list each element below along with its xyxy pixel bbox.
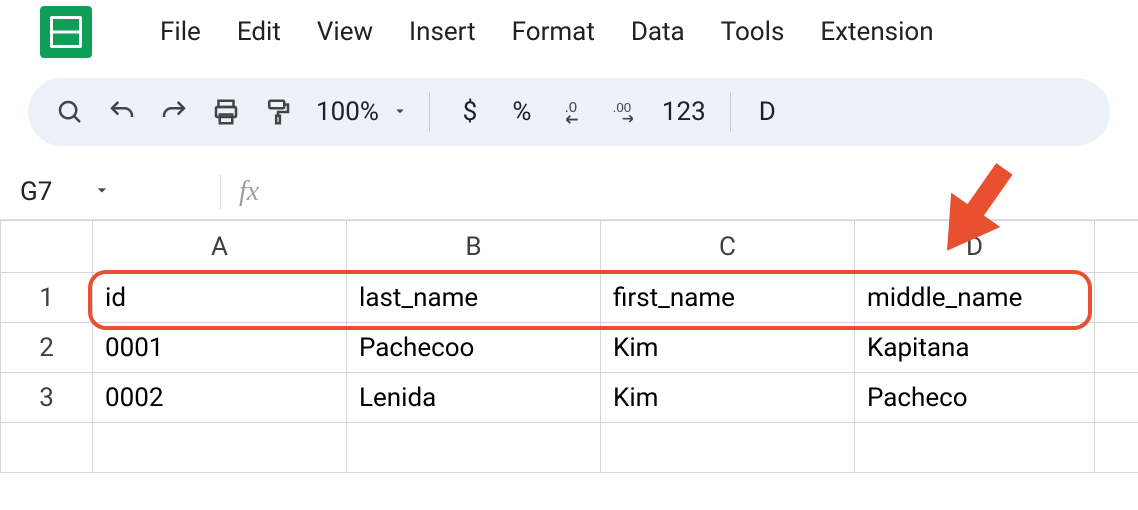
row-header-3[interactable]: 3 <box>1 373 93 423</box>
chevron-down-icon <box>391 97 409 127</box>
cell-D4[interactable] <box>855 423 1095 473</box>
cell-B3[interactable]: Lenida <box>347 373 601 423</box>
undo-icon[interactable] <box>96 86 148 138</box>
search-icon[interactable] <box>44 86 96 138</box>
name-box-row: G7 fx <box>0 164 1138 220</box>
toolbar-separator <box>730 92 731 132</box>
cell-C1[interactable]: first_name <box>601 273 855 323</box>
col-header-D[interactable]: D <box>855 221 1095 273</box>
sheets-logo-icon <box>40 6 92 58</box>
cell-E3[interactable] <box>1095 373 1138 423</box>
menu-view[interactable]: View <box>299 11 391 53</box>
menu-extensions[interactable]: Extension <box>802 11 951 53</box>
paint-format-icon[interactable] <box>252 86 304 138</box>
cell-D1[interactable]: middle_name <box>855 273 1095 323</box>
more-formats-button[interactable]: 123 <box>652 86 716 138</box>
cell-C4[interactable] <box>601 423 855 473</box>
row-3: 3 0002 Lenida Kim Pacheco <box>1 373 1138 423</box>
row-header-1[interactable]: 1 <box>1 273 93 323</box>
cell-C2[interactable]: Kim <box>601 323 855 373</box>
cell-B1[interactable]: last_name <box>347 273 601 323</box>
name-box[interactable]: G7 <box>14 177 214 207</box>
fx-icon: fx <box>239 176 259 208</box>
cell-D2[interactable]: Kapitana <box>855 323 1095 373</box>
cell-A3[interactable]: 0002 <box>93 373 347 423</box>
menu-data[interactable]: Data <box>613 11 703 53</box>
zoom-value: 100% <box>316 97 379 127</box>
col-header-extra[interactable] <box>1095 221 1138 273</box>
cell-C3[interactable]: Kim <box>601 373 855 423</box>
cell-A1[interactable]: id <box>93 273 347 323</box>
toolbar: 100% $ % .0 .00 123 D <box>28 78 1110 146</box>
col-header-C[interactable]: C <box>601 221 855 273</box>
font-family-hint[interactable]: D <box>745 86 790 138</box>
chevron-down-icon <box>92 177 112 207</box>
menu-tools[interactable]: Tools <box>703 11 803 53</box>
name-box-value: G7 <box>20 177 52 207</box>
select-all-corner[interactable] <box>1 221 93 273</box>
menu-file[interactable]: File <box>142 11 219 53</box>
cell-A2[interactable]: 0001 <box>93 323 347 373</box>
cell-A4[interactable] <box>93 423 347 473</box>
row-header-4[interactable] <box>1 423 93 473</box>
row-header-2[interactable]: 2 <box>1 323 93 373</box>
menu-format[interactable]: Format <box>494 11 613 53</box>
col-header-A[interactable]: A <box>93 221 347 273</box>
toolbar-separator <box>429 92 430 132</box>
decrease-decimal-button[interactable]: .0 <box>548 86 600 138</box>
cell-E2[interactable] <box>1095 323 1138 373</box>
format-percent-button[interactable]: % <box>496 86 548 138</box>
print-icon[interactable] <box>200 86 252 138</box>
column-header-row: A B C D <box>1 221 1138 273</box>
cell-B2[interactable]: Pachecoo <box>347 323 601 373</box>
row-2: 2 0001 Pachecoo Kim Kapitana <box>1 323 1138 373</box>
separator <box>220 175 221 209</box>
format-currency-button[interactable]: $ <box>444 86 496 138</box>
menu-edit[interactable]: Edit <box>219 11 299 53</box>
toolbar-container: 100% $ % .0 .00 123 D <box>0 64 1138 146</box>
menu-bar: File Edit View Insert Format Data Tools … <box>0 0 1138 64</box>
increase-decimal-button[interactable]: .00 <box>600 86 652 138</box>
row-1: 1 id last_name first_name middle_name <box>1 273 1138 323</box>
cell-B4[interactable] <box>347 423 601 473</box>
menu-insert[interactable]: Insert <box>391 11 494 53</box>
redo-icon[interactable] <box>148 86 200 138</box>
svg-text:.00: .00 <box>613 100 632 115</box>
cell-D3[interactable]: Pacheco <box>855 373 1095 423</box>
spreadsheet-grid[interactable]: A B C D 1 id last_name first_name middle… <box>0 220 1138 473</box>
col-header-B[interactable]: B <box>347 221 601 273</box>
cell-E4[interactable] <box>1095 423 1138 473</box>
zoom-dropdown[interactable]: 100% <box>304 86 415 138</box>
cell-E1[interactable] <box>1095 273 1138 323</box>
svg-text:.0: .0 <box>565 99 578 116</box>
row-4 <box>1 423 1138 473</box>
